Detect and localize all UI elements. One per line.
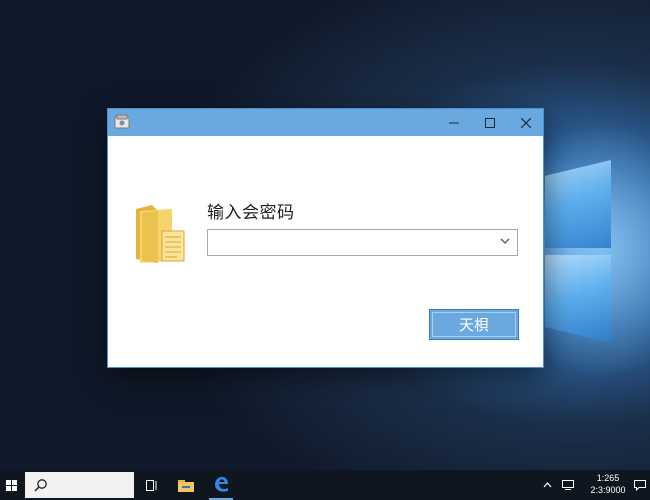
network-icon xyxy=(562,480,574,490)
minimize-button[interactable] xyxy=(436,109,472,136)
tray-overflow-button[interactable] xyxy=(540,470,554,500)
ok-button[interactable]: 天梖 xyxy=(429,309,519,340)
edge-button[interactable] xyxy=(209,470,233,500)
start-button[interactable] xyxy=(0,470,22,500)
taskbar-clock[interactable]: 1:265 2:3:9000 xyxy=(584,472,632,496)
network-button[interactable] xyxy=(560,470,576,500)
close-icon xyxy=(521,117,531,128)
password-input[interactable] xyxy=(212,231,496,256)
search-icon xyxy=(34,479,47,492)
password-dialog: 输入会密码 天梖 xyxy=(107,108,544,368)
dialog-titlebar[interactable] xyxy=(108,109,543,136)
notification-button[interactable] xyxy=(632,470,648,500)
task-view-icon xyxy=(146,479,157,491)
password-combobox[interactable] xyxy=(207,229,518,256)
task-view-button[interactable] xyxy=(140,470,164,500)
clock-time: 1:265 xyxy=(596,473,620,483)
password-prompt-label: 输入会密码 xyxy=(207,203,295,223)
file-explorer-icon xyxy=(178,479,194,492)
taskbar: 1:265 2:3:9000 xyxy=(0,470,650,500)
file-explorer-button[interactable] xyxy=(174,470,198,500)
minimize-icon xyxy=(449,122,459,123)
windows-start-icon xyxy=(5,479,17,491)
chevron-up-icon xyxy=(543,482,551,488)
maximize-icon xyxy=(485,117,495,128)
maximize-button[interactable] xyxy=(472,109,508,136)
chevron-down-icon[interactable] xyxy=(499,235,511,247)
close-button[interactable] xyxy=(508,109,544,136)
taskbar-search-box[interactable] xyxy=(25,472,134,498)
app-icon xyxy=(114,114,130,129)
clock-date: 2:3:9000 xyxy=(590,485,626,495)
notification-icon xyxy=(634,479,646,491)
edge-icon xyxy=(215,477,228,492)
folder-document-icon xyxy=(136,205,185,263)
